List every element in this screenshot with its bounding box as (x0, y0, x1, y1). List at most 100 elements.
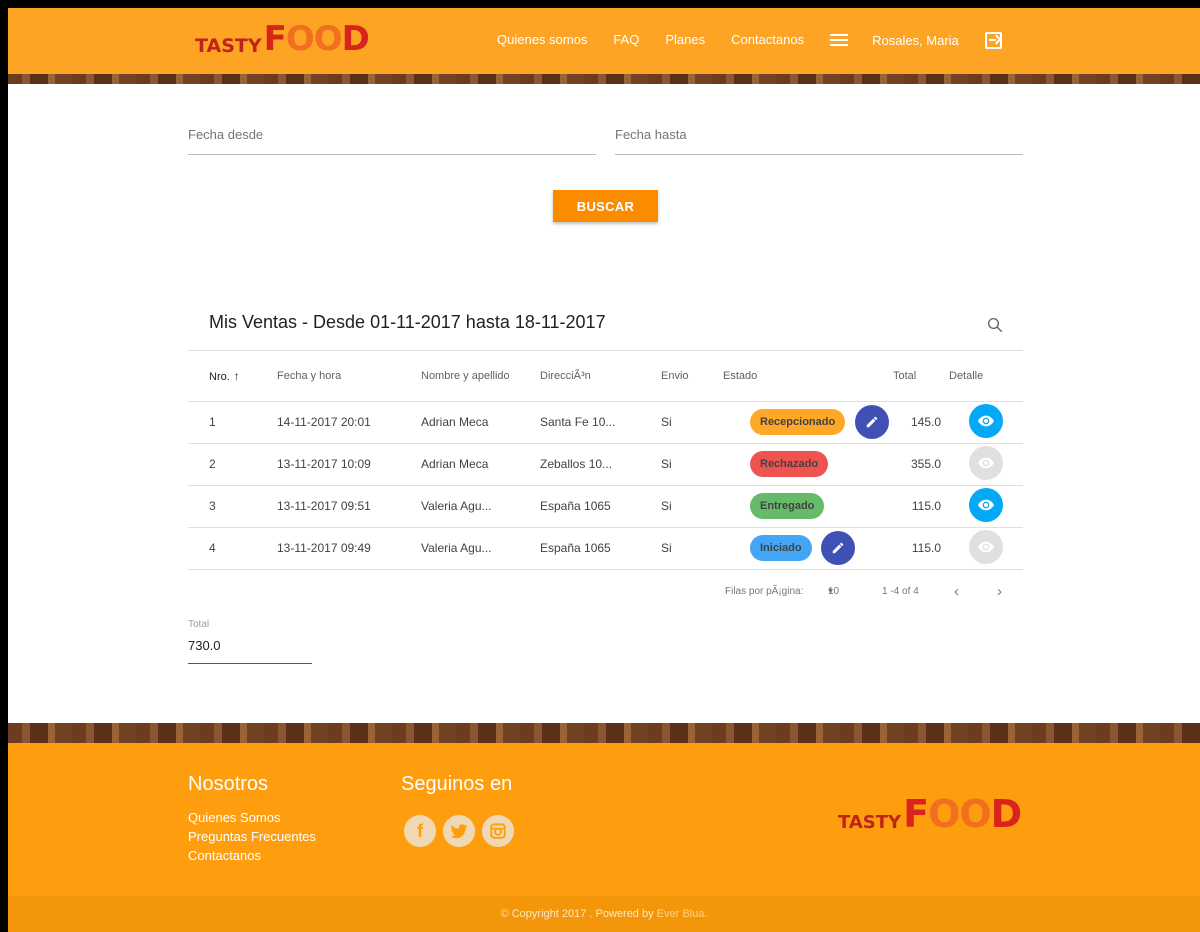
table-header-row: Nro. ↑ Fecha y hora Nombre y apellido Dir… (188, 351, 1023, 402)
view-detail-button-disabled (969, 529, 1003, 564)
sales-table: Nro. ↑ Fecha y hora Nombre y apellido Dir… (188, 351, 1023, 570)
wood-strip-top (8, 74, 1200, 84)
cell-detalle (949, 527, 1023, 570)
cell-detalle (949, 443, 1023, 486)
cell-nombre: Adrian Meca (421, 443, 540, 486)
search-icon[interactable] (986, 316, 1004, 334)
user-name[interactable]: Rosales, Maria (872, 33, 959, 48)
top-navbar: TASTY FOOD Quienes somos FAQ Planes Cont… (8, 8, 1200, 74)
cell-estado: Rechazado (723, 443, 893, 486)
status-badge-iniciado: Iniciado (750, 535, 812, 561)
col-fecha[interactable]: Fecha y hora (277, 351, 421, 402)
fecha-hasta-field[interactable]: Fecha hasta (615, 127, 1023, 155)
rows-per-page-label: Filas por pÃ¡gina: (725, 586, 804, 597)
pagination-range: 1 -4 of 4 (882, 586, 919, 597)
footer-link-contactanos[interactable]: Contactanos (188, 846, 316, 865)
table-row: 4 13-11-2017 09:49 Valeria Agu... España… (188, 527, 1023, 570)
col-estado[interactable]: Estado (723, 351, 893, 402)
nav-quienes-somos[interactable]: Quienes somos (497, 31, 587, 49)
footer-logo: TASTY FOOD (838, 792, 1022, 836)
sort-arrow-up-icon: ↑ (233, 368, 240, 383)
col-direccion[interactable]: DirecciÃ³n (540, 351, 661, 402)
cell-total: 145.0 (893, 401, 949, 444)
copyright-text: © Copyright 2017 . Powered by (500, 908, 657, 920)
col-envio[interactable]: Envio (661, 351, 723, 402)
cell-nro: 3 (188, 485, 277, 528)
col-nombre[interactable]: Nombre y apellido (421, 351, 540, 402)
cell-total: 355.0 (893, 443, 949, 486)
view-detail-button-disabled (969, 445, 1003, 480)
instagram-icon[interactable] (482, 815, 514, 847)
cell-direccion: España 1065 (540, 527, 661, 570)
footer-seguinos-title: Seguinos en (401, 773, 513, 795)
cell-nro: 4 (188, 527, 277, 570)
cell-detalle (949, 485, 1023, 528)
cell-estado: Iniciado (723, 527, 893, 570)
logout-icon[interactable] (984, 31, 1002, 49)
cell-nro: 2 (188, 443, 277, 486)
fecha-desde-label: Fecha desde (188, 127, 264, 142)
edit-button[interactable] (854, 405, 889, 439)
edit-button[interactable] (820, 531, 855, 565)
view-detail-button[interactable] (969, 487, 1003, 522)
status-badge-rechazado: Rechazado (750, 451, 829, 477)
table-row: 3 13-11-2017 09:51 Valeria Agu... España… (188, 485, 1023, 528)
cell-total: 115.0 (893, 485, 949, 528)
footer: Nosotros Quienes Somos Preguntas Frecuen… (8, 743, 1200, 896)
footer-logo-food: FOOD (903, 792, 1022, 836)
eye-icon (978, 541, 994, 552)
cell-nombre: Adrian Meca (421, 401, 540, 444)
nav-planes[interactable]: Planes (665, 31, 705, 49)
pencil-icon (866, 416, 877, 428)
col-nro[interactable]: Nro. ↑ (188, 351, 277, 402)
buscar-button[interactable]: BUSCAR (553, 190, 658, 222)
footer-logo-tasty: TASTY (838, 812, 902, 833)
status-badge-entregado: Entregado (750, 493, 825, 519)
nav-contactanos[interactable]: Contactanos (731, 31, 804, 49)
eye-icon (978, 457, 994, 468)
cell-fecha: 13-11-2017 09:49 (277, 527, 421, 570)
footer-nosotros-title: Nosotros (188, 773, 269, 795)
social-links: f (404, 815, 521, 847)
status-badge-recepcionado: Recepcionado (750, 409, 846, 435)
cell-total: 115.0 (893, 527, 949, 570)
table-row: 1 14-11-2017 20:01 Adrian Meca Santa Fe … (188, 401, 1023, 444)
prev-page-icon[interactable]: ‹ (954, 583, 959, 600)
caret-down-icon: ▾ (828, 586, 834, 597)
cell-detalle (949, 401, 1023, 444)
fecha-hasta-label: Fecha hasta (615, 127, 687, 142)
footer-links: Quienes Somos Preguntas Frecuentes Conta… (188, 808, 316, 865)
cell-estado: Entregado (723, 485, 893, 528)
copyright-bar: © Copyright 2017 . Powered by Ever Blua. (8, 896, 1200, 932)
twitter-icon[interactable] (443, 815, 475, 847)
logo-food: FOOD (263, 19, 370, 59)
fecha-desde-field[interactable]: Fecha desde (188, 127, 596, 155)
pencil-icon (832, 542, 844, 554)
footer-link-preguntas[interactable]: Preguntas Frecuentes (188, 827, 316, 846)
eye-icon (978, 499, 994, 510)
cell-direccion: Santa Fe 10... (540, 401, 661, 444)
cell-envio: Si (661, 485, 723, 528)
cell-nombre: Valeria Agu... (421, 527, 540, 570)
nav-menu: Quienes somos FAQ Planes Contactanos Ros… (497, 31, 1002, 49)
total-field: Total 730.0 (188, 619, 312, 664)
cell-direccion: España 1065 (540, 485, 661, 528)
menu-icon[interactable] (830, 33, 849, 47)
logo[interactable]: TASTY FOOD (195, 19, 370, 59)
powered-by-link[interactable]: Ever Blua. (657, 908, 708, 920)
cell-envio: Si (661, 401, 723, 444)
cell-envio: Si (661, 527, 723, 570)
total-label: Total (188, 619, 210, 630)
table-row: 2 13-11-2017 10:09 Adrian Meca Zeballos … (188, 443, 1023, 486)
eye-icon (978, 415, 994, 426)
facebook-icon[interactable]: f (404, 815, 436, 847)
total-value: 730.0 (188, 638, 312, 664)
col-total[interactable]: Total (893, 351, 949, 402)
view-detail-button[interactable] (969, 403, 1003, 438)
footer-link-quienes-somos[interactable]: Quienes Somos (188, 808, 316, 827)
logo-tasty: TASTY (195, 35, 262, 57)
next-page-icon[interactable]: › (997, 583, 1002, 600)
cell-fecha: 13-11-2017 09:51 (277, 485, 421, 528)
cell-estado: Recepcionado (723, 401, 893, 444)
nav-faq[interactable]: FAQ (613, 31, 639, 49)
